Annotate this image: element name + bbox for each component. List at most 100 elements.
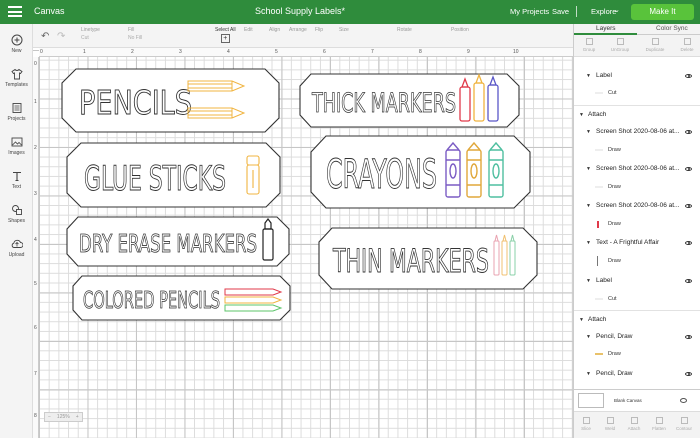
sidebar-item-label: Templates: [5, 82, 28, 88]
sidebar-item-projects[interactable]: Projects: [0, 102, 33, 122]
sidebar-item-images[interactable]: Images: [0, 136, 33, 156]
canvas-swatch[interactable]: [578, 393, 604, 408]
weld-button[interactable]: Weld: [598, 417, 622, 431]
caret-down-icon[interactable]: ▼: [579, 317, 584, 323]
layer-tools: Group UnGroup Duplicate Delete: [574, 35, 700, 57]
size-control[interactable]: Size: [339, 27, 349, 33]
label-pencils[interactable]: PENCILS: [61, 68, 280, 133]
linetype-control[interactable]: Linetype Cut: [81, 27, 100, 41]
color-swatch: [595, 186, 603, 188]
eye-icon[interactable]: [685, 241, 692, 245]
fill-value: No Fill: [128, 35, 143, 41]
label-thin-markers[interactable]: THIN MARKERS: [318, 227, 538, 290]
position-control[interactable]: Position: [451, 27, 469, 33]
flatten-button[interactable]: Flatten: [647, 417, 671, 431]
slice-button[interactable]: Slice: [574, 417, 598, 431]
eye-icon[interactable]: [685, 204, 692, 208]
ruler-tick: 1: [34, 99, 37, 105]
image-icon: [11, 137, 22, 147]
make-it-button[interactable]: Make It: [631, 4, 694, 20]
ungroup-icon: [616, 38, 624, 45]
ruler-tick: 0: [40, 49, 43, 55]
layer-name: Screen Shot 2020-08-06 at...: [596, 128, 680, 135]
caret-down-icon[interactable]: ▼: [586, 73, 591, 79]
label-glue-sticks[interactable]: GLUE STICKS: [66, 142, 281, 208]
tab-layers[interactable]: Layers: [596, 25, 616, 32]
caret-down-icon[interactable]: ▼: [586, 166, 591, 172]
layer-name: Pencil, Draw: [596, 370, 633, 377]
contour-button[interactable]: Contour: [672, 417, 696, 431]
my-projects-link[interactable]: My Projects: [510, 7, 549, 16]
attach-button[interactable]: Attach: [622, 417, 646, 431]
align-control[interactable]: Align: [269, 27, 280, 33]
edit-control[interactable]: Edit: [244, 27, 253, 33]
save-button[interactable]: Save: [552, 7, 569, 16]
caret-down-icon[interactable]: ▼: [579, 112, 584, 118]
sidebar-item-upload[interactable]: Upload: [0, 238, 33, 258]
color-swatch: [597, 256, 598, 266]
ruler-tick: 4: [34, 237, 37, 243]
flip-control[interactable]: Flip: [315, 27, 323, 33]
label-dry-erase-markers[interactable]: DRY ERASE MARKERS: [66, 216, 290, 267]
group-button[interactable]: Group: [577, 38, 601, 52]
label-thick-markers[interactable]: THICK MARKERS: [299, 73, 520, 128]
attach-label: Attach: [627, 426, 641, 431]
caret-down-icon[interactable]: ▼: [586, 278, 591, 284]
ruler-tick: 1: [83, 49, 86, 55]
contour-icon: [680, 417, 688, 424]
position-label: Position: [451, 27, 469, 33]
duplicate-button[interactable]: Duplicate: [643, 38, 667, 52]
eye-hidden-icon[interactable]: [680, 398, 687, 403]
sidebar-item-label: Shapes: [8, 218, 25, 224]
linetype-value: Cut: [81, 35, 89, 41]
size-label: Size: [339, 27, 349, 33]
operation-label: Cut: [608, 296, 617, 302]
operation-label: Cut: [608, 90, 617, 96]
eye-icon[interactable]: [685, 74, 692, 78]
select-all-button[interactable]: Select All +: [215, 27, 236, 43]
chevron-down-icon[interactable]: ⌄: [614, 6, 620, 14]
caret-down-icon[interactable]: ▼: [586, 129, 591, 135]
arrange-control[interactable]: Arrange: [289, 27, 307, 33]
eye-icon[interactable]: [685, 335, 692, 339]
document-title[interactable]: School Supply Labels*: [0, 6, 580, 16]
sidebar-item-text[interactable]: Text: [0, 170, 33, 190]
ruler-tick: 2: [34, 145, 37, 151]
sidebar-item-shapes[interactable]: Shapes: [0, 204, 33, 224]
tab-color-sync[interactable]: Color Sync: [656, 25, 688, 32]
redo-icon[interactable]: ↷: [57, 31, 65, 42]
sidebar-item-templates[interactable]: Templates: [0, 68, 33, 88]
explore-menu[interactable]: Explore: [591, 7, 616, 16]
sidebar-item-label: Upload: [8, 252, 25, 258]
caret-down-icon[interactable]: ▼: [586, 371, 591, 377]
zoom-in-button[interactable]: +: [73, 414, 82, 420]
plus-circle-icon: [11, 34, 22, 46]
undo-icon[interactable]: ↶: [41, 31, 49, 42]
fill-control[interactable]: Fill No Fill: [128, 27, 142, 41]
layer-name: Label: [596, 72, 612, 79]
ungroup-button[interactable]: UnGroup: [608, 38, 632, 52]
label-text: CRAYONS: [326, 152, 437, 198]
label-crayons[interactable]: CRAYONS: [310, 135, 531, 209]
label-colored-pencils[interactable]: COLORED PENCILS: [72, 275, 291, 321]
eye-icon[interactable]: [685, 372, 692, 376]
layer-divider: [574, 310, 700, 311]
ruler-tick: 8: [419, 49, 422, 55]
rotate-control[interactable]: Rotate: [397, 27, 412, 33]
operation-label: Draw: [608, 184, 621, 190]
ruler-tick: 6: [323, 49, 326, 55]
caret-down-icon[interactable]: ▼: [586, 334, 591, 340]
eye-icon[interactable]: [685, 279, 692, 283]
label-text: THICK MARKERS: [311, 88, 456, 119]
caret-down-icon[interactable]: ▼: [586, 203, 591, 209]
flatten-label: Flatten: [652, 426, 666, 431]
eye-icon[interactable]: [685, 130, 692, 134]
sidebar-item-label: Text: [11, 184, 22, 190]
zoom-out-button[interactable]: −: [45, 414, 54, 420]
eye-icon[interactable]: [685, 167, 692, 171]
sidebar-item-new[interactable]: New: [0, 34, 33, 54]
blank-canvas-row[interactable]: Blank Canvas: [574, 389, 700, 411]
delete-button[interactable]: Delete: [675, 38, 699, 52]
caret-down-icon[interactable]: ▼: [586, 240, 591, 246]
color-swatch: [595, 149, 603, 151]
